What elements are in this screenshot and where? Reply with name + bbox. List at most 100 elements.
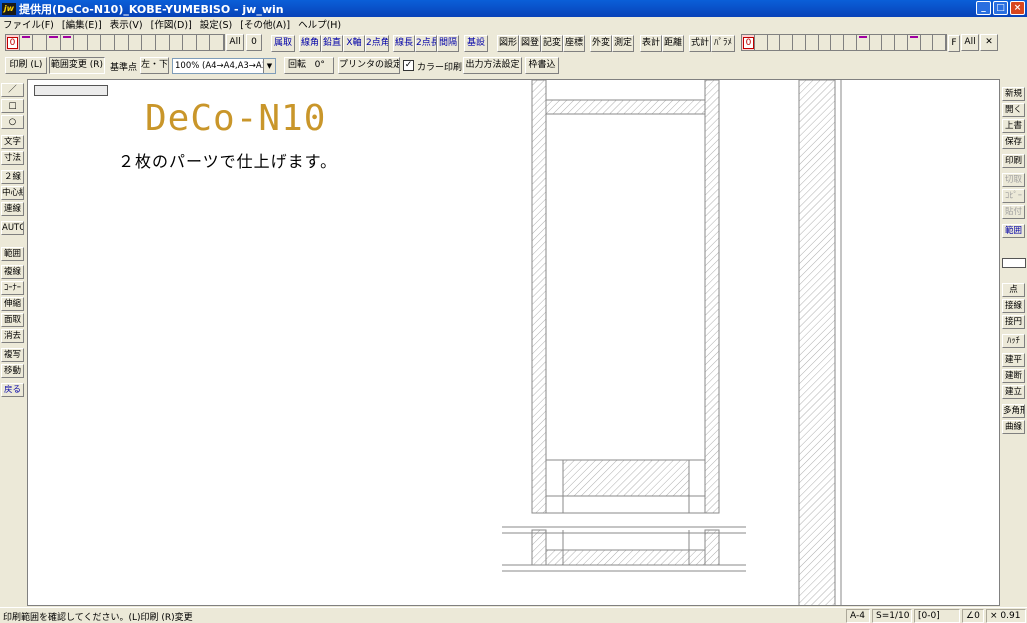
scale-select[interactable]: 100% (A4→A4,A3→A3) ▼: [172, 58, 276, 74]
frame-write-button[interactable]: 枠書込: [525, 57, 559, 74]
layer-cell[interactable]: [819, 35, 832, 50]
tool-new-file[interactable]: 新規: [1002, 87, 1025, 101]
tool-two-point-angle[interactable]: 2点角: [365, 35, 389, 52]
tool-circle-icon[interactable]: ○: [1, 115, 24, 129]
tool-corner[interactable]: ｺｰﾅｰ: [1, 281, 24, 295]
layer-cell[interactable]: [844, 35, 857, 50]
range-change-button[interactable]: 範囲変更 (R): [49, 57, 105, 74]
tool-open-file[interactable]: 開く: [1002, 103, 1025, 117]
layer-close-button[interactable]: ✕: [980, 34, 998, 51]
tool-rectangle-icon[interactable]: □: [1, 99, 24, 113]
tool-dimension[interactable]: 寸法: [1, 151, 24, 165]
minimize-button[interactable]: _: [976, 1, 991, 15]
rotate-button[interactable]: 回転 0°: [284, 57, 334, 74]
color-print-checkbox[interactable]: ✓: [403, 60, 414, 71]
layer-cell[interactable]: [831, 35, 844, 50]
tool-double-line[interactable]: ２線: [1, 170, 24, 184]
tool-range[interactable]: 範囲: [1, 247, 24, 261]
status-paper[interactable]: A-4: [846, 609, 870, 623]
menu-other[interactable]: [その他(A)]: [240, 17, 290, 31]
menu-view[interactable]: 表示(V): [110, 17, 143, 31]
layer-group-cell[interactable]: [183, 35, 197, 50]
tool-external-change[interactable]: 外変: [590, 35, 612, 52]
tool-undo[interactable]: 戻る: [1, 383, 24, 397]
layer-cell[interactable]: [870, 35, 883, 50]
tool-x-axis[interactable]: X軸: [343, 35, 365, 52]
layer-cell[interactable]: 0: [742, 35, 755, 50]
layer-cell[interactable]: [780, 35, 793, 50]
tool-base-setting[interactable]: 基設: [464, 35, 488, 52]
chevron-down-icon[interactable]: ▼: [263, 59, 275, 73]
tool-polygon[interactable]: 多角形: [1002, 404, 1025, 418]
layer-group-cell[interactable]: [142, 35, 156, 50]
tool-attr-get[interactable]: 属取: [271, 35, 295, 52]
restore-button[interactable]: □: [993, 1, 1008, 15]
app-icon[interactable]: jw: [2, 2, 16, 15]
tool-tangent-circle[interactable]: 接円: [1002, 315, 1025, 329]
layer-cell[interactable]: [857, 35, 870, 50]
tool-save[interactable]: 保存: [1002, 135, 1025, 149]
tool-symbol-change[interactable]: 記変: [541, 35, 563, 52]
print-button[interactable]: 印刷 (L): [5, 57, 47, 74]
layer-all-button[interactable]: All: [961, 34, 979, 51]
status-layer[interactable]: [0-0]: [914, 609, 960, 623]
tool-center-line[interactable]: 中心線: [1, 186, 24, 200]
layer-cell[interactable]: [882, 35, 895, 50]
printer-settings-button[interactable]: プリンタの設定: [338, 57, 400, 74]
tool-building-plan[interactable]: 建平: [1002, 353, 1025, 367]
tool-line-icon[interactable]: ／: [1, 83, 24, 97]
close-button[interactable]: ×: [1010, 1, 1025, 15]
tool-range-select[interactable]: 範囲: [1002, 224, 1025, 238]
tool-stretch[interactable]: 伸縮: [1, 297, 24, 311]
tool-auto[interactable]: AUTO: [1, 221, 24, 235]
tool-text[interactable]: 文字: [1, 135, 24, 149]
tool-figure-register[interactable]: 図登: [519, 35, 541, 52]
layer-group-cell[interactable]: [74, 35, 88, 50]
layer-group-cell[interactable]: [115, 35, 129, 50]
layer-cell[interactable]: [921, 35, 934, 50]
tool-distance[interactable]: 距離: [662, 35, 684, 52]
layer-group-bar[interactable]: 0: [5, 34, 225, 51]
menu-file[interactable]: ファイル(F): [3, 17, 54, 31]
layer-group-cell[interactable]: [156, 35, 170, 50]
status-scale[interactable]: S=1/10: [872, 609, 912, 623]
tool-building-elevation[interactable]: 建立: [1002, 385, 1025, 399]
layer-f-button[interactable]: F: [948, 35, 960, 52]
tool-building-section[interactable]: 建断: [1002, 369, 1025, 383]
tool-two-point-length[interactable]: 2点長: [415, 35, 437, 52]
layer-group-cell[interactable]: [129, 35, 143, 50]
tool-table-calc[interactable]: 表計: [640, 35, 662, 52]
tool-spacing[interactable]: 間隔: [437, 35, 459, 52]
layer-cell[interactable]: [755, 35, 768, 50]
layer-group-cell[interactable]: [33, 35, 47, 50]
tool-parallel-line[interactable]: 複線: [1, 265, 24, 279]
menu-edit[interactable]: [編集(E)]: [62, 17, 102, 31]
layer-cell[interactable]: [793, 35, 806, 50]
layer-group-cell[interactable]: [47, 35, 61, 50]
layer-group-cell[interactable]: [20, 35, 34, 50]
tool-print[interactable]: 印刷: [1002, 154, 1025, 168]
tool-parametric[interactable]: ﾊﾟﾗﾒ: [711, 35, 735, 52]
layer-group-cell[interactable]: 0: [6, 35, 20, 50]
layer-group-all-button[interactable]: All: [226, 34, 244, 51]
layer-group-cell[interactable]: [197, 35, 211, 50]
tool-point[interactable]: 点: [1002, 283, 1025, 297]
tool-continuous-line[interactable]: 連線: [1, 202, 24, 216]
tool-coordinates[interactable]: 座標: [563, 35, 585, 52]
layer-group-cell[interactable]: [210, 35, 224, 50]
layer-bar[interactable]: 0: [741, 34, 947, 51]
layer-cell[interactable]: [908, 35, 921, 50]
menu-draw[interactable]: [作図(D)]: [151, 17, 192, 31]
drawing-canvas[interactable]: DeCo-N10 ２枚のパーツで仕上げます。: [27, 79, 1000, 606]
tool-vertical[interactable]: 鉛直: [321, 35, 343, 52]
layer-cell[interactable]: [768, 35, 781, 50]
tool-figure[interactable]: 図形: [497, 35, 519, 52]
tool-copy[interactable]: 複写: [1, 348, 24, 362]
layer-group-cell[interactable]: [88, 35, 102, 50]
layer-group-cell[interactable]: [101, 35, 115, 50]
tool-chamfer[interactable]: 面取: [1, 313, 24, 327]
layer-cell[interactable]: [933, 35, 946, 50]
tool-overwrite[interactable]: 上書: [1002, 119, 1025, 133]
menu-help[interactable]: ヘルプ(H): [298, 17, 341, 31]
tool-line-angle[interactable]: 線角: [299, 35, 321, 52]
